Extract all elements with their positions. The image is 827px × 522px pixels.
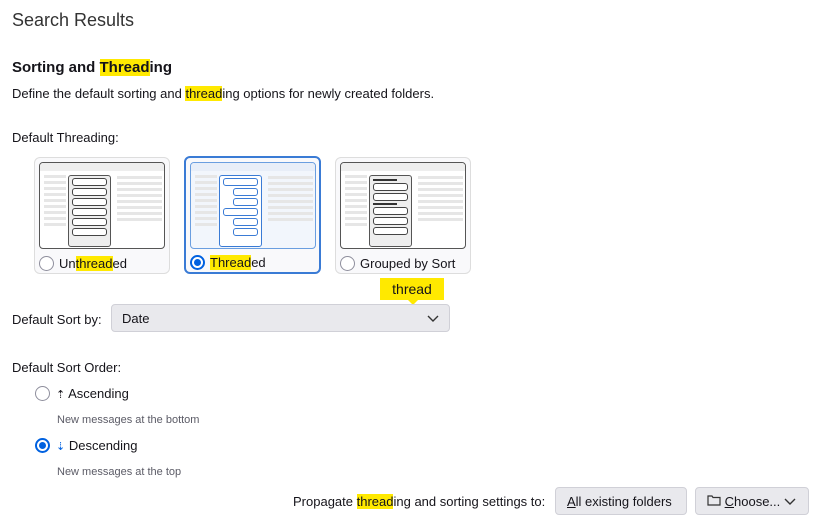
- threading-option-threaded[interactable]: Threaded: [184, 156, 321, 274]
- grouped-preview-image: [340, 162, 466, 249]
- choose-folder-button[interactable]: Choose...: [695, 487, 809, 515]
- section-description: Define the default sorting and threading…: [12, 86, 435, 101]
- search-highlight-tooltip: thread: [380, 278, 444, 305]
- page-title: Search Results: [12, 10, 135, 30]
- threaded-radio[interactable]: [190, 255, 205, 271]
- all-existing-folders-button[interactable]: All existing folders: [555, 487, 687, 515]
- ascending-hint: New messages at the bottom: [57, 414, 200, 426]
- descending-hint: New messages at the top: [57, 466, 182, 478]
- sort-ascending-icon: ⇡: [56, 389, 66, 402]
- ascending-option[interactable]: ⇡ Ascending: [35, 385, 129, 402]
- threading-option-grouped-by-sort[interactable]: Grouped by Sort: [335, 157, 471, 274]
- grouped-by-sort-radio[interactable]: [340, 256, 355, 272]
- threaded-preview-image: [190, 162, 316, 249]
- default-sort-by-label: Default Sort by:: [12, 312, 102, 327]
- folder-icon: [707, 494, 721, 509]
- ascending-radio[interactable]: [35, 386, 50, 402]
- section-heading: Sorting and Threading: [12, 59, 173, 76]
- default-threading-label: Default Threading:: [12, 130, 119, 145]
- sort-descending-icon: ⇣: [56, 441, 66, 454]
- chevron-down-icon: [427, 305, 439, 341]
- unthreaded-preview-image: [39, 162, 165, 249]
- unthreaded-radio[interactable]: [39, 256, 54, 272]
- descending-option[interactable]: ⇣ Descending: [35, 437, 138, 454]
- propagate-label: Propagate threading and sorting settings…: [293, 494, 546, 509]
- sort-by-select[interactable]: Date: [111, 304, 450, 332]
- threading-option-unthreaded[interactable]: Unthreaded: [34, 157, 170, 274]
- descending-radio[interactable]: [35, 438, 50, 454]
- default-sort-order-label: Default Sort Order:: [12, 360, 122, 375]
- chevron-down-icon: [784, 494, 796, 509]
